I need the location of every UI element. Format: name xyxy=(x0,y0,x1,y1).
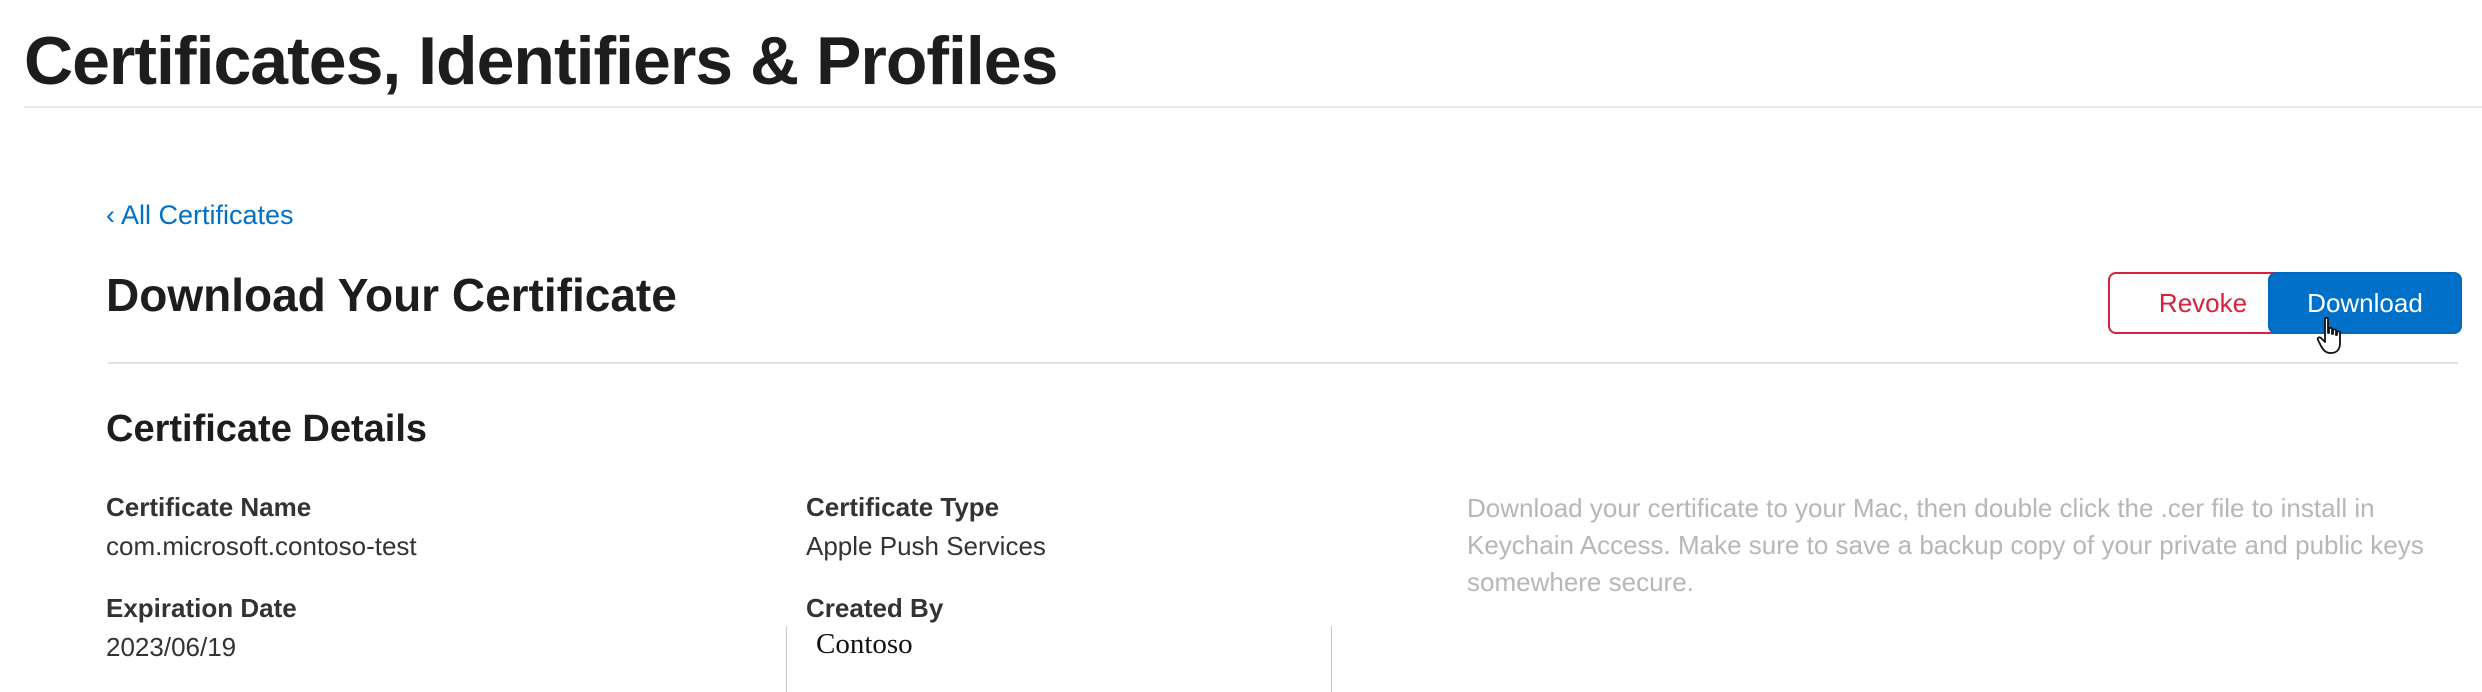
section-heading: Download Your Certificate xyxy=(106,269,677,321)
certificate-name-field: Certificate Name com.microsoft.contoso-t… xyxy=(106,492,417,562)
download-instructions: Download your certificate to your Mac, t… xyxy=(1467,493,2424,597)
page: Certificates, Identifiers & Profiles ‹ Al… xyxy=(0,0,2482,692)
created-by-value: Contoso xyxy=(816,628,913,660)
title-divider xyxy=(24,106,2482,108)
certificate-details-heading: Certificate Details xyxy=(106,408,428,450)
certificate-name-value: com.microsoft.contoso-test xyxy=(106,531,417,561)
created-by-label: Created By xyxy=(806,593,944,623)
chevron-left-icon: ‹ xyxy=(106,200,115,230)
back-to-all-certificates-link[interactable]: ‹ All Certificates xyxy=(106,200,294,231)
hand-pointer-icon xyxy=(2316,316,2341,354)
expiration-date-value: 2023/06/19 xyxy=(106,632,237,662)
certificate-type-value: Apple Push Services xyxy=(806,531,1046,561)
download-button[interactable]: Download xyxy=(2268,272,2462,334)
certificate-name-label: Certificate Name xyxy=(106,492,312,522)
page-title: Certificates, Identifiers & Profiles xyxy=(24,23,1058,99)
certificate-type-label: Certificate Type xyxy=(806,492,1000,522)
back-link-label: All Certificates xyxy=(121,200,294,230)
section-divider xyxy=(108,362,2458,364)
certificate-type-field: Certificate Type Apple Push Services xyxy=(806,492,1046,562)
expiration-date-field: Expiration Date 2023/06/19 xyxy=(106,593,297,663)
expiration-date-label: Expiration Date xyxy=(106,593,297,623)
